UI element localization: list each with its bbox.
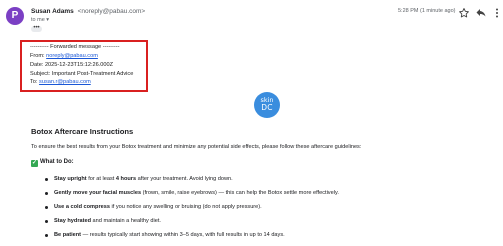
recipient-details-toggle[interactable]: to me ▾	[31, 17, 49, 23]
forwarded-from-link[interactable]: noreply@pabau.com	[46, 53, 98, 59]
list-item-bold: Be patient	[54, 232, 82, 238]
forwarded-to: To: susan.r@pabau.com	[30, 79, 91, 85]
list-item: Stay upright for at least 4 hours after …	[45, 176, 233, 182]
list-item-bold: 4 hours	[115, 176, 137, 182]
todo-heading: ✓ What to Do:	[31, 159, 74, 167]
forwarded-date: Date: 2025-12-23T15:12:26.000Z	[30, 62, 113, 68]
forwarded-subject: Subject: Important Post-Treatment Advice	[30, 71, 133, 77]
forwarded-subject-label: Subject:	[30, 71, 51, 77]
skin-dc-logo: skin DC	[254, 92, 280, 118]
star-icon[interactable]	[458, 6, 470, 18]
forwarded-to-link[interactable]: susan.r@pabau.com	[39, 79, 91, 85]
email-intro: To ensure the best results from your Bot…	[31, 144, 362, 150]
reply-icon[interactable]	[475, 6, 487, 18]
chevron-down-icon[interactable]: ▾	[46, 17, 49, 23]
list-item: Stay hydrated and maintain a healthy die…	[45, 218, 161, 224]
sender-line: Susan Adams <noreply@pabau.com>	[31, 8, 145, 15]
show-trimmed-content-button[interactable]: •••	[31, 25, 42, 32]
sender-email: <noreply@pabau.com>	[77, 8, 146, 15]
list-item-bold: Use a cold compress	[54, 204, 110, 210]
forwarded-heading: ---------- Forwarded message ---------	[30, 44, 120, 50]
to-me-label: to me	[31, 17, 45, 23]
list-item-text: after your treatment. Avoid lying down.	[136, 176, 233, 182]
list-item-bold: Gently move your facial muscles	[54, 190, 142, 196]
forwarded-subject-value: Important Post-Treatment Advice	[51, 71, 134, 77]
timestamp: 5:28 PM (1 minute ago)	[398, 8, 456, 14]
forwarded-date-label: Date:	[30, 62, 44, 68]
todo-heading-text: What to Do:	[40, 159, 74, 165]
forwarded-date-value: 2025-12-23T15:12:26.000Z	[44, 62, 114, 68]
list-item: Gently move your facial muscles (frown, …	[45, 190, 339, 196]
list-item-bold: Stay hydrated	[54, 218, 91, 224]
list-item-text: and maintain a healthy diet.	[91, 218, 161, 224]
sender-avatar[interactable]: P	[6, 7, 24, 25]
forwarded-to-label: To:	[30, 79, 38, 85]
list-item-text: — results typically start showing within…	[81, 232, 285, 238]
list-item-bold: Stay upright	[54, 176, 87, 182]
email-title: Botox Aftercare Instructions	[31, 127, 134, 136]
list-item: Be patient — results typically start sho…	[45, 232, 285, 238]
list-item: Use a cold compress if you notice any sw…	[45, 204, 262, 210]
forwarded-from-label: From:	[30, 53, 45, 59]
logo-text-dc: DC	[261, 103, 273, 112]
list-item-text: for at least	[86, 176, 116, 182]
check-mark-icon: ✓	[31, 160, 38, 167]
list-item-text: if you notice any swelling or bruising (…	[109, 204, 262, 210]
more-vert-icon[interactable]	[491, 6, 503, 18]
sender-name[interactable]: Susan Adams	[31, 8, 74, 15]
forwarded-from: From: noreply@pabau.com	[30, 53, 98, 59]
list-item-text: (frown, smile, raise eyebrows) — this ca…	[141, 190, 339, 196]
